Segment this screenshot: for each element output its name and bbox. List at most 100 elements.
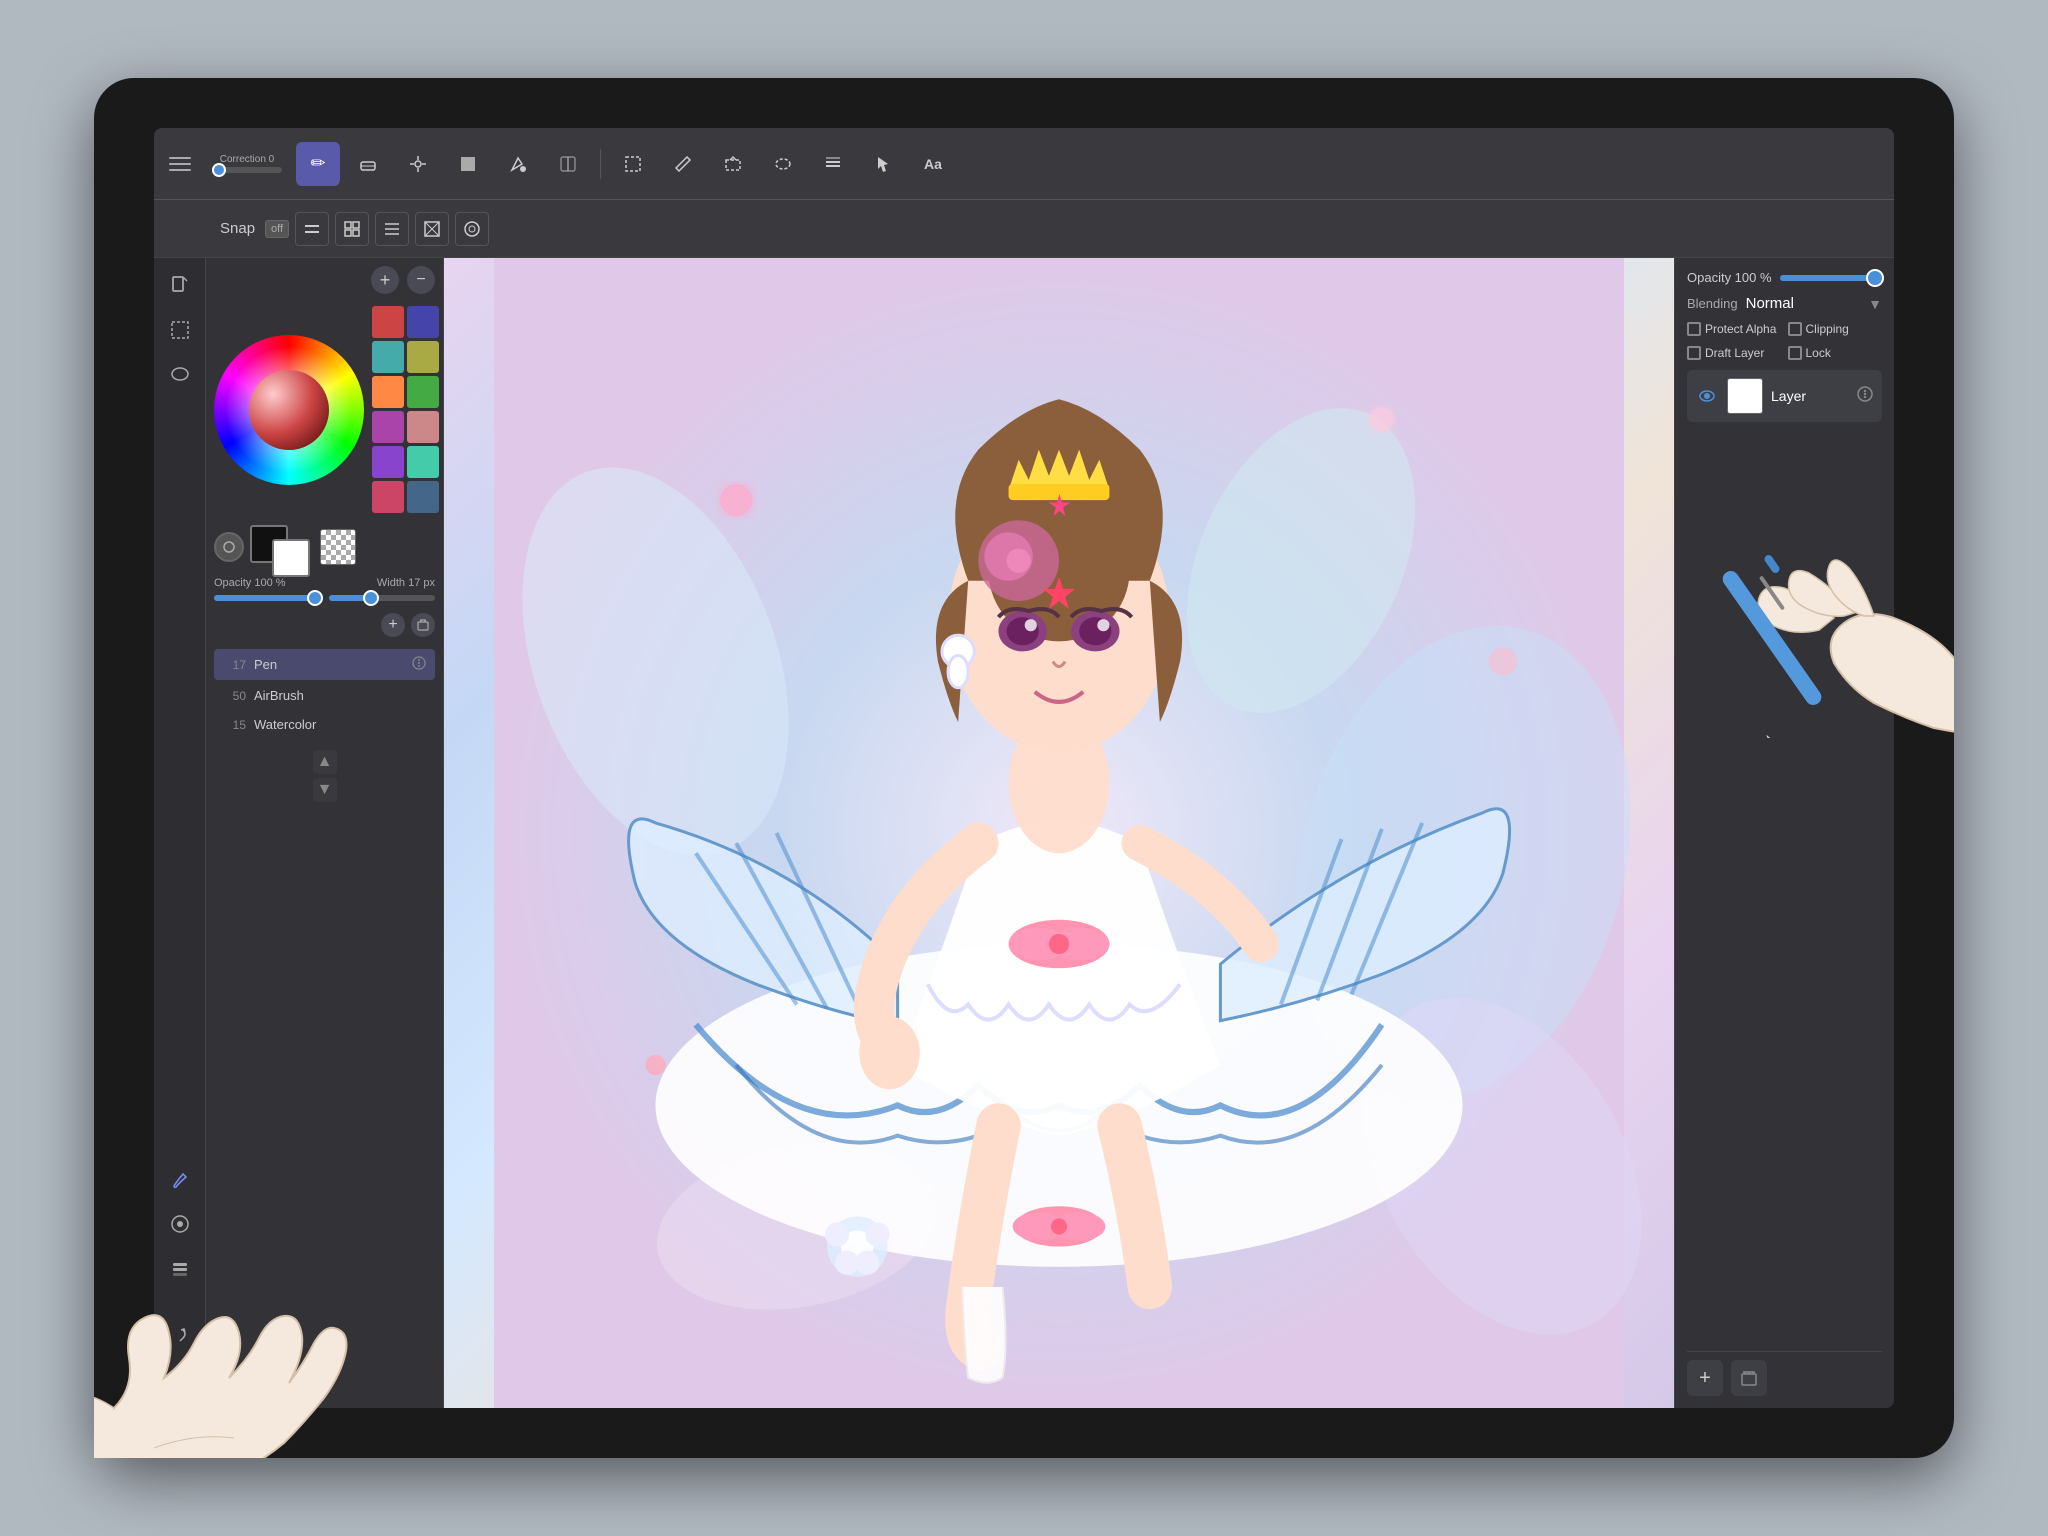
brush-item-watercolor[interactable]: 15 Watercolor [214, 711, 435, 738]
toolbar-snap: Snap off [154, 200, 1894, 258]
layer-thumbnail [1727, 378, 1763, 414]
clipping-checkbox[interactable] [1788, 322, 1802, 336]
canvas-area[interactable] [444, 258, 1674, 1408]
select-rect-tool[interactable] [611, 142, 655, 186]
protect-alpha-group: Protect Alpha [1687, 322, 1782, 336]
blending-dropdown[interactable]: ▼ [1868, 296, 1882, 312]
delete-layer-button[interactable] [1731, 1360, 1767, 1396]
artwork [444, 258, 1674, 1408]
divider1 [600, 149, 601, 179]
panel-right-sections: Opacity 100 % Blending Normal ▼ [1687, 270, 1882, 1339]
lock-label: Lock [1806, 346, 1831, 360]
color-wheel-icon[interactable] [160, 1204, 200, 1244]
tablet-screen: Correction 0 ✏ [154, 128, 1894, 1408]
color-wheel-area [214, 302, 435, 517]
swatch-4[interactable] [372, 376, 404, 408]
layer-item[interactable]: Layer [1687, 370, 1882, 422]
color-wheel[interactable] [214, 335, 364, 485]
text-tool[interactable]: Aa [911, 142, 955, 186]
width-label: Width 17 px [377, 577, 435, 589]
opacity-slider-row: Opacity 100 % Width 17 px [214, 577, 435, 601]
color-triangle [249, 370, 329, 450]
brush-list: 17 Pen 50 AirBrush 15 Watercolor [214, 649, 435, 738]
snap-grid-icon[interactable] [335, 212, 369, 246]
new-file-icon[interactable] [160, 266, 200, 306]
sidebar-left [154, 258, 206, 1408]
fill-tool[interactable] [496, 142, 540, 186]
clipping-group: Clipping [1788, 322, 1883, 336]
redo-icon[interactable] [160, 1316, 200, 1356]
layers-icon[interactable] [160, 1248, 200, 1288]
snap-label: Snap [220, 220, 255, 237]
draft-layer-checkbox[interactable] [1687, 346, 1701, 360]
brush-name-airbrush: AirBrush [254, 688, 427, 703]
brush-settings-pen[interactable] [411, 655, 427, 674]
fill-rect-tool[interactable] [446, 142, 490, 186]
opacity-label: Opacity 100 % [214, 577, 286, 589]
opacity-row: Opacity 100 % [1687, 270, 1882, 285]
draft-layer-group: Draft Layer [1687, 346, 1782, 360]
brush-item-airbrush[interactable]: 50 AirBrush [214, 682, 435, 709]
gradient-tool[interactable] [546, 142, 590, 186]
eraser-tool[interactable] [346, 142, 390, 186]
width-slider[interactable] [329, 595, 436, 601]
color-mode-button[interactable] [214, 532, 244, 562]
undo-icon[interactable] [160, 1360, 200, 1400]
snap-diagonal-icon[interactable] [415, 212, 449, 246]
color-selector-row [214, 525, 435, 569]
snap-off-badge[interactable]: off [265, 220, 289, 238]
transparent-color[interactable] [320, 529, 356, 565]
add-color-button[interactable]: + [371, 266, 399, 294]
correction-slider[interactable] [212, 167, 282, 173]
layer-visibility-toggle[interactable] [1695, 384, 1719, 408]
swatch-8[interactable] [372, 446, 404, 478]
pen-tool[interactable]: ✏ [296, 142, 340, 186]
main-area: + − [154, 258, 1894, 1408]
brush-list-down[interactable]: ▼ [313, 778, 337, 802]
lock-checkbox[interactable] [1788, 346, 1802, 360]
layer-settings-button[interactable] [1856, 385, 1874, 408]
swatch-1[interactable] [407, 306, 439, 338]
add-brush-button[interactable]: + [381, 613, 405, 637]
brush-name-watercolor: Watercolor [254, 717, 427, 732]
layer-opacity-slider[interactable] [1780, 275, 1882, 281]
lasso-icon[interactable] [160, 354, 200, 394]
transform-tool[interactable] [396, 142, 440, 186]
blending-value: Normal [1746, 295, 1861, 312]
brush-list-up[interactable]: ▲ [313, 750, 337, 774]
add-layer-button[interactable]: + [1687, 1360, 1723, 1396]
delete-brush-button[interactable] [411, 613, 435, 637]
swatch-7[interactable] [407, 411, 439, 443]
swatch-9[interactable] [407, 446, 439, 478]
swatch-10[interactable] [372, 481, 404, 513]
swatch-5[interactable] [407, 376, 439, 408]
select-free-tool[interactable] [711, 142, 755, 186]
brush-item-pen[interactable]: 17 Pen [214, 649, 435, 680]
draft-layer-label: Draft Layer [1705, 346, 1764, 360]
brush-icon[interactable] [160, 1160, 200, 1200]
lock-group: Lock [1788, 346, 1883, 360]
swatch-3[interactable] [407, 341, 439, 373]
snap-lines-icon[interactable] [375, 212, 409, 246]
layer-tool[interactable] [811, 142, 855, 186]
panel-right: Opacity 100 % Blending Normal ▼ [1674, 258, 1894, 1408]
swatch-2[interactable] [372, 341, 404, 373]
swatch-6[interactable] [372, 411, 404, 443]
protect-alpha-checkbox[interactable] [1687, 322, 1701, 336]
checkbox-row-2: Draft Layer Lock [1687, 346, 1882, 360]
checkbox-row-1: Protect Alpha Clipping [1687, 322, 1882, 336]
layers-footer: + [1687, 1351, 1882, 1396]
opacity-slider[interactable] [214, 595, 321, 601]
eyedropper-tool[interactable] [661, 142, 705, 186]
snap-circle-icon[interactable] [455, 212, 489, 246]
background-color[interactable] [272, 539, 310, 577]
snap-parallel-icon[interactable] [295, 212, 329, 246]
delete-color-button[interactable]: − [407, 266, 435, 294]
cursor-tool[interactable] [861, 142, 905, 186]
swatch-0[interactable] [372, 306, 404, 338]
swatch-11[interactable] [407, 481, 439, 513]
color-swatches-grid [372, 306, 439, 513]
menu-button[interactable] [162, 146, 198, 182]
select-lasso-tool[interactable] [761, 142, 805, 186]
select-icon[interactable] [160, 310, 200, 350]
